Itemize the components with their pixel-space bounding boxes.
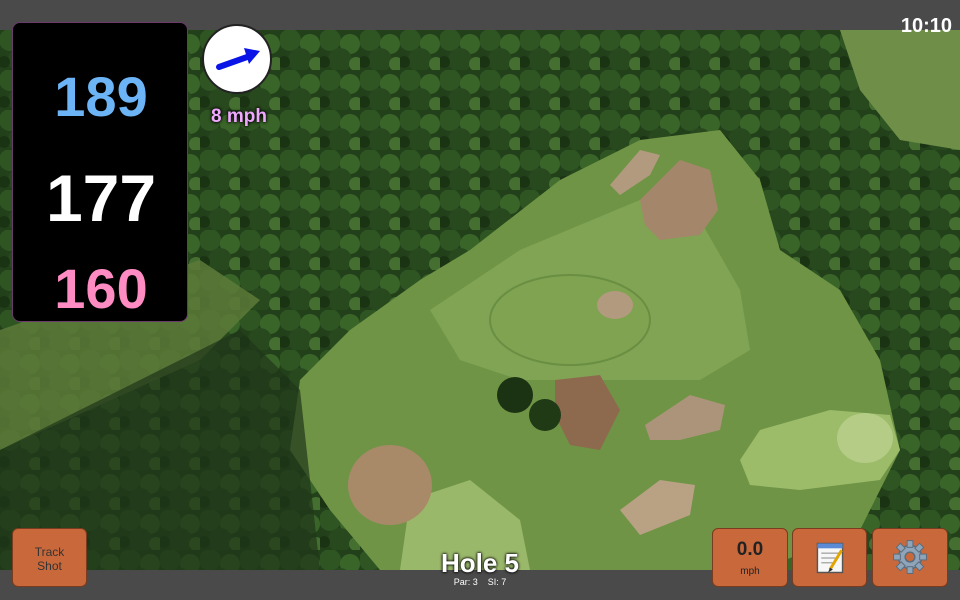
notes-button[interactable] [792,528,867,587]
wind-speed-unit: mph [740,566,760,577]
wind-speed-button[interactable]: 0.0 mph [712,528,788,587]
middle-of-green-yardage: 177 [45,161,157,235]
back-of-green-yardage: 189 [54,65,148,128]
front-of-green-yardage: 160 [54,257,148,320]
wind-direction-indicator [202,24,272,94]
wind-speed-label: 8 mph [211,106,267,127]
notepad-icon [816,542,844,574]
hole-info: Par: 3 SI: 7 [380,577,580,587]
wind-speed-value: 0.0 [736,539,764,560]
hole-title: Hole 5 [440,548,520,578]
status-clock: 10:10 [900,15,952,37]
yardage-panel: 189 177 160 [12,22,188,322]
gear-icon [893,540,927,574]
stroke-index-label: SI: 7 [487,577,507,587]
wind-direction-arrow-icon [216,48,260,70]
track-shot-button[interactable]: Track Shot [12,528,87,587]
par-label: Par: 3 [453,577,478,587]
settings-button[interactable] [872,528,948,587]
track-shot-label: Track Shot [34,545,65,573]
